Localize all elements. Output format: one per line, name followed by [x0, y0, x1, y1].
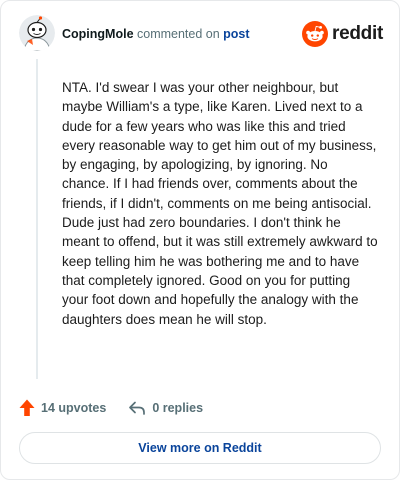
reply-count: 0 replies [152, 401, 204, 415]
username[interactable]: CopingMole [62, 27, 134, 41]
comment-byline: CopingMole commented on post [62, 26, 250, 42]
upvote-button[interactable]: 14 upvotes [19, 399, 106, 417]
user-avatar[interactable] [19, 15, 55, 51]
reply-button[interactable]: 0 replies [128, 400, 203, 416]
view-more-button[interactable]: View more on Reddit [19, 432, 381, 464]
upvote-count: 14 upvotes [41, 401, 107, 415]
reply-arrow-icon [129, 401, 146, 415]
snoo-avatar-icon [19, 15, 55, 51]
reddit-snoo-icon [302, 21, 329, 47]
post-link[interactable]: post [223, 27, 249, 41]
commented-on-text: commented on [133, 27, 224, 41]
thread-line [36, 59, 38, 379]
reddit-wordmark: reddit [332, 23, 383, 44]
comment-body: NTA. I'd swear I was your other neighbou… [62, 80, 378, 327]
reddit-logo[interactable]: reddit [302, 21, 383, 47]
comment-actions: 14 upvotes 0 replies [19, 397, 203, 419]
upvote-arrow-icon [19, 399, 35, 416]
reddit-comment-embed: CopingMole commented on post reddit NTA.… [0, 0, 400, 480]
comment-header: CopingMole commented on post reddit [19, 15, 383, 55]
